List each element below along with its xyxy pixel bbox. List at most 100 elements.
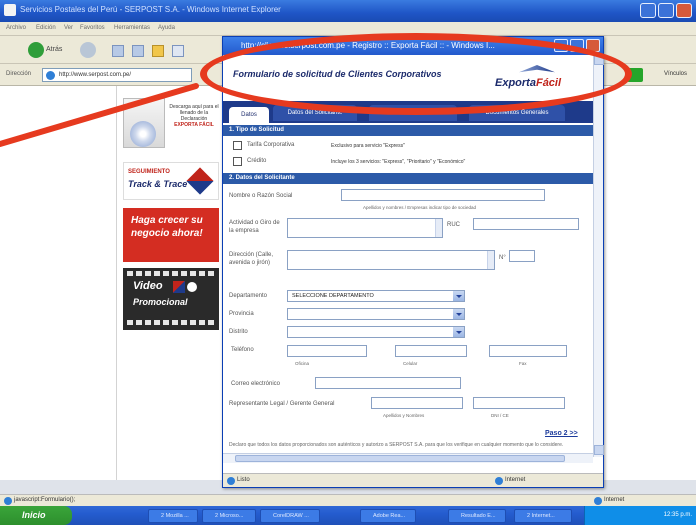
window-controls [640,3,692,18]
form-content: 1. Tipo de Solicitud Tarifa Corporativa … [223,123,593,453]
popup-horizontal-scrollbar[interactable] [223,453,593,463]
play-icon [187,282,197,292]
disclaimer-text: Declaro que todos los datos proporcionad… [229,442,564,448]
film-strip-bottom [127,320,215,325]
status-right: Internet [604,497,625,503]
task-resultado[interactable]: Resultado E... [448,509,506,523]
task-adobe-reader[interactable]: Adobe Rea... [360,509,416,523]
actividad-scrollbar[interactable] [435,219,442,237]
distrito-label: Distrito [229,329,248,335]
razon-social-input[interactable] [341,189,545,201]
annotation-arrow [0,83,199,147]
representante-input[interactable] [371,397,463,409]
menu-favoritos[interactable]: Favoritos [80,25,105,31]
departamento-select[interactable]: SELECCIONE DEPARTAMENTO [287,290,465,302]
representante-label: Representante Legal / Gerente General [229,401,335,407]
tarifa-corporativa-checkbox[interactable] [233,141,242,150]
telefono-oficina-input[interactable] [287,345,367,357]
internet-globe-icon [594,497,602,505]
provincia-label: Provincia [229,311,254,317]
links-label[interactable]: Vínculos [664,71,687,77]
departamento-label: Departamento [229,293,268,299]
minimize-button[interactable] [640,3,656,18]
horizontal-scroll-thumb[interactable] [235,455,565,462]
chevron-down-icon[interactable] [453,291,464,301]
dni-input[interactable] [473,397,565,409]
dni-hint: DNI / CE [491,413,509,418]
address-field[interactable]: http://www.serpost.com.pe/ [42,68,192,82]
track-kicker: SEGUIMIENTO [128,169,170,175]
video-line1: Video [133,280,163,292]
chevron-down-icon[interactable] [453,309,464,319]
correo-label: Correo electrónico [231,381,281,387]
numero-input[interactable] [509,250,535,262]
menu-archivo[interactable]: Archivo [6,25,26,31]
browser-titlebar: Servicios Postales del Perú - SERPOST S.… [0,0,696,22]
razon-social-hint: Apellidos y nombres / Empresas indicar t… [363,205,477,210]
popup-statusbar: Listo Internet [223,473,603,487]
search-icon[interactable] [172,45,184,57]
back-label[interactable]: Atrás [46,46,62,53]
home-icon[interactable] [152,45,164,57]
tab-datos[interactable]: Datos [229,107,269,123]
correo-input[interactable] [315,377,461,389]
forward-arrow-icon[interactable] [80,42,96,58]
task-mozilla[interactable]: 2 Mozilla ... [148,509,198,523]
browser-title: Servicios Postales del Perú - SERPOST S.… [20,5,281,14]
task-internet[interactable]: 2 Internet... [514,509,572,523]
menu-herramientas[interactable]: Herramientas [114,25,150,31]
actividad-textarea[interactable] [287,218,443,238]
video-promo-banner[interactable]: Video Promocional [123,268,219,330]
menu-bar: Archivo Edición Ver Favoritos Herramient… [0,22,696,36]
tarifa-corporativa-note: Exclusivo para servicio "Express" [331,143,405,149]
section-tipo-solicitud: 1. Tipo de Solicitud [223,125,593,136]
back-arrow-icon[interactable] [28,42,44,58]
direccion-scrollbar[interactable] [487,251,494,269]
status-left: javascript:Formulario(); [14,497,76,503]
oficina-hint: Oficina [295,361,310,366]
chevron-down-icon[interactable] [453,327,464,337]
highlight-ellipse [200,33,632,115]
provincia-select[interactable] [287,308,465,320]
page-status-icon [227,477,235,485]
cube-icon-small [173,281,185,293]
telefono-label: Teléfono [231,347,254,353]
system-tray: 12:35 p.m. [584,506,696,525]
ruc-input[interactable] [473,218,579,230]
razon-social-label: Nombre o Razón Social [229,193,293,199]
close-button[interactable] [676,3,692,18]
address-label: Dirección [6,71,32,77]
start-button[interactable]: Inicio [0,506,72,525]
menu-ayuda[interactable]: Ayuda [158,25,175,31]
task-microsoft[interactable]: 2 Microso... [202,509,256,523]
telefono-celular-input[interactable] [395,345,467,357]
popup-vertical-scrollbar[interactable] [593,55,604,457]
address-url[interactable]: http://www.serpost.com.pe/ [59,72,131,78]
telefono-fax-input[interactable] [489,345,567,357]
menu-edicion[interactable]: Edición [36,25,56,31]
distrito-select[interactable] [287,326,465,338]
ruc-label: RUC [447,222,460,228]
page-icon [46,71,55,80]
windows-taskbar: Inicio 2 Mozilla ... 2 Microso... CorelD… [0,506,696,525]
popup-status-left: Listo [237,477,250,483]
task-coreldraw[interactable]: CorelDRAW ... [260,509,320,523]
representante-hint: Apellidos y Nombres [383,413,425,418]
track-trace-banner[interactable]: SEGUIMIENTO Track & Trace [123,162,219,200]
credito-checkbox[interactable] [233,157,242,166]
refresh-icon[interactable] [132,45,144,57]
maximize-button[interactable] [658,3,674,18]
promo-text: Haga crecer su negocio ahora! [131,215,203,239]
video-line2: Promocional [133,297,188,307]
menu-ver[interactable]: Ver [64,25,73,31]
next-step-link[interactable]: Paso 2 >> [545,430,578,437]
scroll-down-button[interactable] [594,445,604,455]
track-title: Track & Trace [128,179,188,189]
numero-label: N° [499,255,506,261]
direccion-textarea[interactable] [287,250,495,270]
status-page-icon [4,497,12,505]
stop-icon[interactable] [112,45,124,57]
grow-business-banner[interactable]: Haga crecer su negocio ahora! [123,208,219,262]
popup-status-right: Internet [505,477,526,483]
browser-statusbar: javascript:Formulario(); Internet [0,494,696,506]
